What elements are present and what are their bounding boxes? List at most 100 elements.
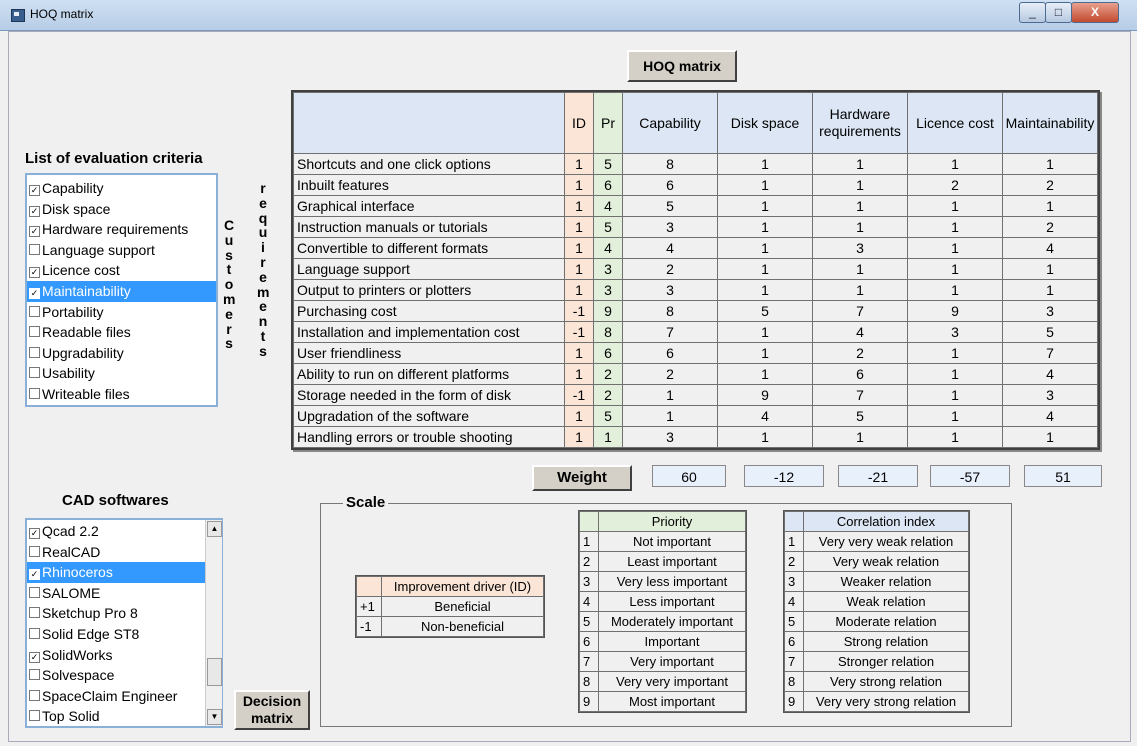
criteria-item-label: Disk space bbox=[42, 200, 111, 217]
priority-row: 7 Very important bbox=[579, 651, 746, 672]
criteria-item-label: Writeable files bbox=[42, 385, 130, 402]
checkbox-icon[interactable] bbox=[29, 607, 40, 619]
checkbox-icon[interactable] bbox=[29, 710, 40, 722]
criteria-item[interactable]: Writeable files bbox=[27, 384, 216, 405]
cad-heading: CAD softwares bbox=[62, 492, 169, 509]
requirement-cell: Instruction manuals or tutorials bbox=[293, 216, 565, 238]
criteria-item[interactable]: Portability bbox=[27, 302, 216, 323]
checkbox-icon[interactable] bbox=[29, 689, 40, 701]
checkbox-icon[interactable]: ✓ bbox=[29, 226, 40, 238]
scroll-thumb[interactable] bbox=[207, 658, 222, 686]
checkbox-icon[interactable] bbox=[29, 346, 40, 358]
correlation-row: 8 Very strong relation bbox=[784, 671, 969, 692]
value-cell: 6 bbox=[622, 342, 718, 364]
scale-title: Scale bbox=[343, 494, 389, 511]
checkbox-icon[interactable]: ✓ bbox=[29, 287, 40, 299]
checkbox-icon[interactable] bbox=[29, 387, 40, 399]
criteria-item[interactable]: Upgradability bbox=[27, 343, 216, 364]
checkbox-icon[interactable] bbox=[29, 586, 40, 598]
cad-scrollbar[interactable]: ▲ ▼ bbox=[205, 520, 222, 726]
checkbox-icon[interactable]: ✓ bbox=[29, 267, 40, 279]
criteria-item[interactable]: Language support bbox=[27, 240, 216, 261]
table-row: Upgradation of the software 1 5 1 4 5 1 4 bbox=[293, 405, 1098, 427]
cad-item[interactable]: ✓ SolidWorks bbox=[27, 645, 221, 666]
cad-item[interactable]: ✓ Rhinoceros bbox=[27, 562, 221, 583]
scroll-up-icon[interactable]: ▲ bbox=[207, 521, 222, 537]
checkbox-icon[interactable] bbox=[29, 326, 40, 338]
cad-item[interactable]: Solid Edge ST8 bbox=[27, 624, 221, 645]
value-cell: 1 bbox=[907, 384, 1003, 406]
cad-item[interactable]: SALOME bbox=[27, 583, 221, 604]
maximize-button[interactable]: □ bbox=[1045, 2, 1072, 23]
value-cell: 4 bbox=[1002, 405, 1098, 427]
table-row: Storage needed in the form of disk -1 2 1 9 7… bbox=[293, 384, 1098, 406]
scroll-down-icon[interactable]: ▼ bbox=[207, 709, 222, 725]
table-row: Handling errors or trouble shooting 1 1 3 1 1… bbox=[293, 426, 1098, 448]
checkbox-icon[interactable] bbox=[29, 669, 40, 681]
col-header-licence: Licence cost bbox=[907, 92, 1003, 154]
priority-text: Moderately important bbox=[598, 611, 746, 632]
cad-item[interactable]: Solvespace bbox=[27, 665, 221, 686]
checkbox-icon[interactable]: ✓ bbox=[29, 205, 40, 217]
table-row: Shortcuts and one click options 1 5 8 1 1 1 1 bbox=[293, 153, 1098, 175]
improvement-table-frame: Improvement driver (ID) +1 Beneficial -1 No… bbox=[355, 575, 545, 638]
priority-text: Important bbox=[598, 631, 746, 652]
criteria-item[interactable]: ✓ Disk space bbox=[27, 199, 216, 220]
value-cell: 1 bbox=[907, 342, 1003, 364]
weight-value-disk-space: -12 bbox=[744, 465, 824, 487]
cad-item-label: Qcad 2.2 bbox=[42, 523, 99, 539]
vertical-letter: r bbox=[226, 320, 232, 337]
value-cell: 4 bbox=[622, 237, 718, 259]
criteria-item[interactable]: Readable files bbox=[27, 322, 216, 343]
correlation-header: Correlation index bbox=[803, 511, 969, 532]
cad-item[interactable]: RealCAD bbox=[27, 542, 221, 563]
checkbox-icon[interactable]: ✓ bbox=[29, 569, 40, 581]
cad-item-label: Solid Edge ST8 bbox=[42, 625, 140, 642]
value-cell: 2 bbox=[622, 258, 718, 280]
pr-cell: 2 bbox=[593, 363, 623, 385]
hoq-table-frame: ID Pr Capability Disk space Hardware req… bbox=[291, 90, 1100, 450]
vertical-letter: s bbox=[225, 246, 233, 263]
checkbox-icon[interactable]: ✓ bbox=[29, 185, 40, 196]
checkbox-icon[interactable] bbox=[29, 367, 40, 379]
pr-cell: 3 bbox=[593, 279, 623, 301]
checkbox-icon[interactable] bbox=[29, 243, 40, 255]
cad-item[interactable]: Sketchup Pro 8 bbox=[27, 603, 221, 624]
close-button[interactable]: X bbox=[1071, 2, 1119, 23]
decision-matrix-button[interactable]: Decision matrix bbox=[234, 690, 310, 730]
vertical-letter: u bbox=[224, 231, 234, 248]
criteria-item[interactable]: ✓ Maintainability bbox=[27, 280, 216, 302]
criteria-item[interactable]: ✓ Capability bbox=[27, 178, 216, 199]
priority-text: Most important bbox=[598, 691, 746, 712]
cad-item[interactable]: Top Solid bbox=[27, 706, 221, 726]
improvement-number: -1 bbox=[356, 616, 382, 637]
checkbox-icon[interactable] bbox=[29, 305, 40, 317]
value-cell: 1 bbox=[812, 258, 908, 280]
checkbox-icon[interactable]: ✓ bbox=[29, 528, 40, 539]
requirement-cell: Output to printers or plotters bbox=[293, 279, 565, 301]
correlation-row: 5 Moderate relation bbox=[784, 611, 969, 632]
cad-listbox[interactable]: ✓ Qcad 2.2 RealCAD ✓ Rhinoceros SALOME Sketchu… bbox=[25, 518, 223, 728]
correlation-number: 7 bbox=[784, 651, 804, 672]
weight-button[interactable]: Weight bbox=[532, 465, 632, 491]
cad-item[interactable]: ✓ Qcad 2.2 bbox=[27, 521, 221, 542]
value-cell: 7 bbox=[1002, 342, 1098, 364]
value-cell: 4 bbox=[1002, 237, 1098, 259]
value-cell: 2 bbox=[1002, 174, 1098, 196]
checkbox-icon[interactable] bbox=[29, 627, 40, 639]
criteria-item[interactable]: ✓ Hardware requirements bbox=[27, 219, 216, 240]
value-cell: 1 bbox=[907, 363, 1003, 385]
criteria-listbox[interactable]: ✓ Capability ✓ Disk space ✓ Hardware requirem… bbox=[25, 173, 218, 407]
hoq-matrix-button[interactable]: HOQ matrix bbox=[627, 50, 737, 82]
checkbox-icon[interactable] bbox=[29, 545, 40, 557]
minimize-button[interactable]: _ bbox=[1019, 2, 1046, 23]
improvement-number: +1 bbox=[356, 596, 382, 617]
priority-number: 5 bbox=[579, 611, 599, 632]
value-cell: 9 bbox=[717, 384, 813, 406]
criteria-item[interactable]: ✓ Licence cost bbox=[27, 260, 216, 281]
checkbox-icon[interactable]: ✓ bbox=[29, 651, 40, 663]
criteria-item[interactable]: Usability bbox=[27, 363, 216, 384]
table-row: Inbuilt features 1 6 6 1 1 2 2 bbox=[293, 174, 1098, 196]
id-cell: 1 bbox=[564, 195, 594, 217]
cad-item[interactable]: SpaceClaim Engineer bbox=[27, 686, 221, 707]
